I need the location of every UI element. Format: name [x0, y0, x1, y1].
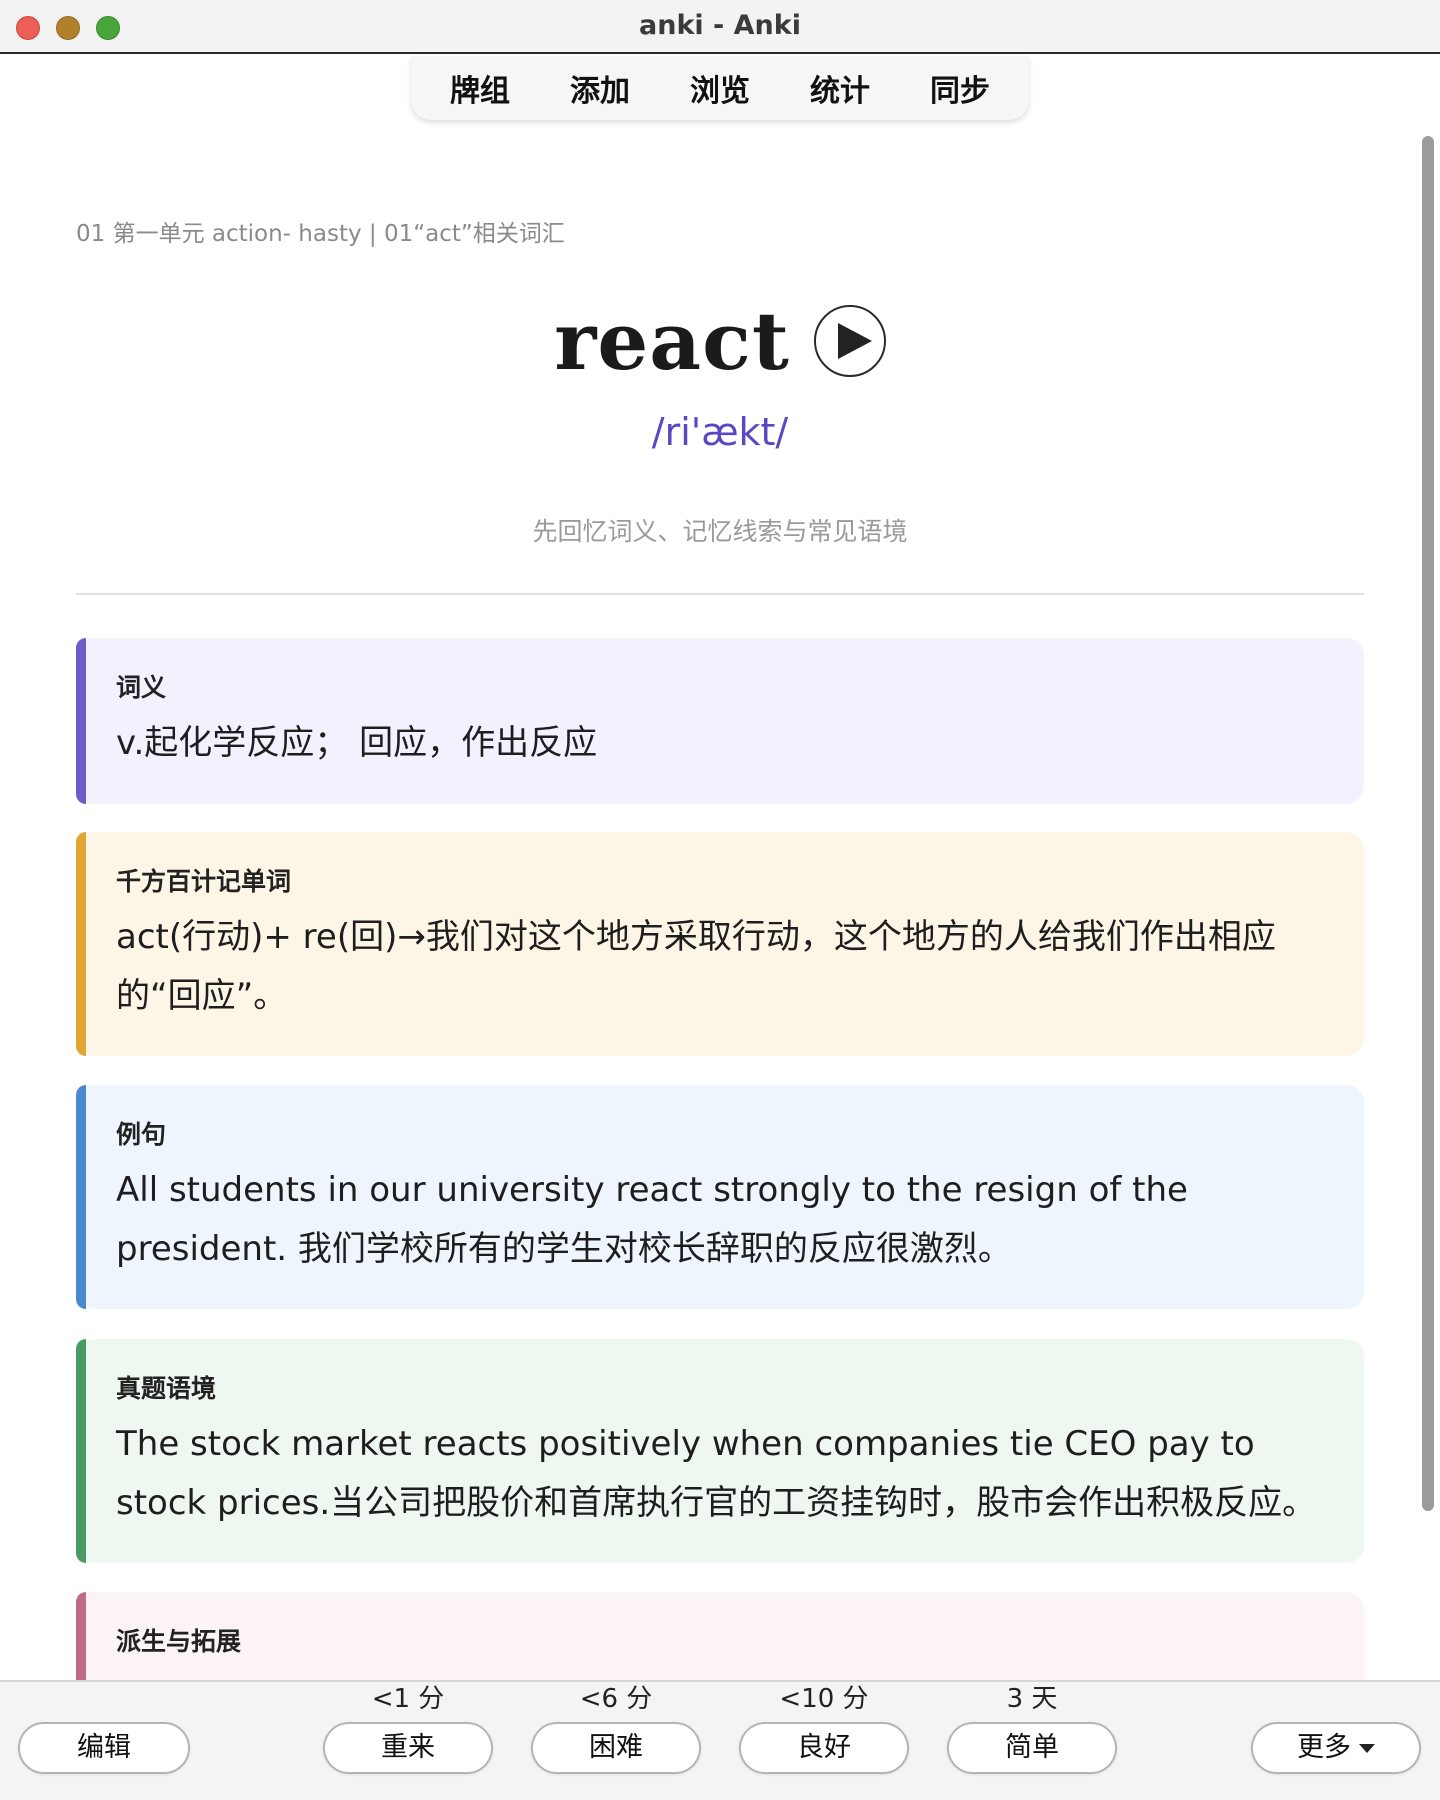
window-title: anki - Anki: [639, 10, 801, 41]
good-interval: <10 分: [779, 1684, 869, 1714]
review-bottom-bar: 编辑 <1 分 重来 <6 分 困难 <10 分 良好 3 天 简单 更多: [0, 1680, 1440, 1800]
title-bar: anki - Anki: [0, 0, 1440, 54]
easy-button[interactable]: 简单: [947, 1722, 1117, 1774]
card-label: 词义: [116, 673, 167, 702]
card-accent-stripe: [76, 832, 86, 1056]
deck-breadcrumb: 01 第一单元 action- hasty | 01“act”相关词汇: [76, 221, 565, 247]
edit-button[interactable]: 编辑: [18, 1722, 190, 1774]
derivation-card: 派生与拓展: [76, 1592, 1364, 1680]
divider: [76, 593, 1364, 595]
card-body: v.起化学反应； 回应，作出反应: [116, 723, 598, 763]
recall-hint: 先回忆词义、记忆线索与常见语境: [532, 517, 908, 546]
card-label: 千方百计记单词: [116, 867, 292, 896]
again-interval: <1 分: [371, 1684, 445, 1714]
card-body: All students in our university react str…: [116, 1170, 1188, 1269]
card-label: 例句: [116, 1120, 167, 1149]
card-label: 派生与拓展: [116, 1627, 242, 1656]
good-button[interactable]: 良好: [739, 1722, 909, 1774]
exam-context-card: 真题语境 The stock market reacts positively …: [76, 1339, 1364, 1563]
card-accent-stripe: [76, 1592, 86, 1680]
memory-card: 千方百计记单词 act(行动)+ re(回)→我们对这个地方采取行动，这个地方的…: [76, 832, 1364, 1056]
phonetic: /ri'ækt/: [651, 410, 789, 454]
card-body: The stock market reacts positively when …: [116, 1424, 1317, 1523]
hard-button[interactable]: 困难: [531, 1722, 701, 1774]
card-accent-stripe: [76, 1339, 86, 1563]
card-accent-stripe: [76, 1085, 86, 1309]
again-button[interactable]: 重来: [323, 1722, 493, 1774]
headword: react: [554, 294, 790, 388]
card-accent-stripe: [76, 638, 86, 804]
card-label: 真题语境: [116, 1374, 217, 1403]
card-content: 01 第一单元 action- hasty | 01“act”相关词汇 reac…: [76, 54, 1364, 1680]
chevron-down-icon: [1359, 1744, 1375, 1753]
play-icon[interactable]: [813, 305, 886, 377]
hard-interval: <6 分: [579, 1684, 653, 1714]
card-body: act(行动)+ re(回)→我们对这个地方采取行动，这个地方的人给我们作出相应…: [116, 917, 1276, 1016]
meaning-card: 词义 v.起化学反应； 回应，作出反应: [76, 638, 1364, 804]
example-card: 例句 All students in our university react …: [76, 1085, 1364, 1309]
word-row: react: [76, 294, 1364, 404]
easy-interval: 3 天: [1006, 1684, 1058, 1714]
more-label: 更多: [1297, 1732, 1351, 1763]
more-button[interactable]: 更多: [1251, 1722, 1421, 1774]
scrollbar-thumb[interactable]: [1422, 136, 1434, 1511]
